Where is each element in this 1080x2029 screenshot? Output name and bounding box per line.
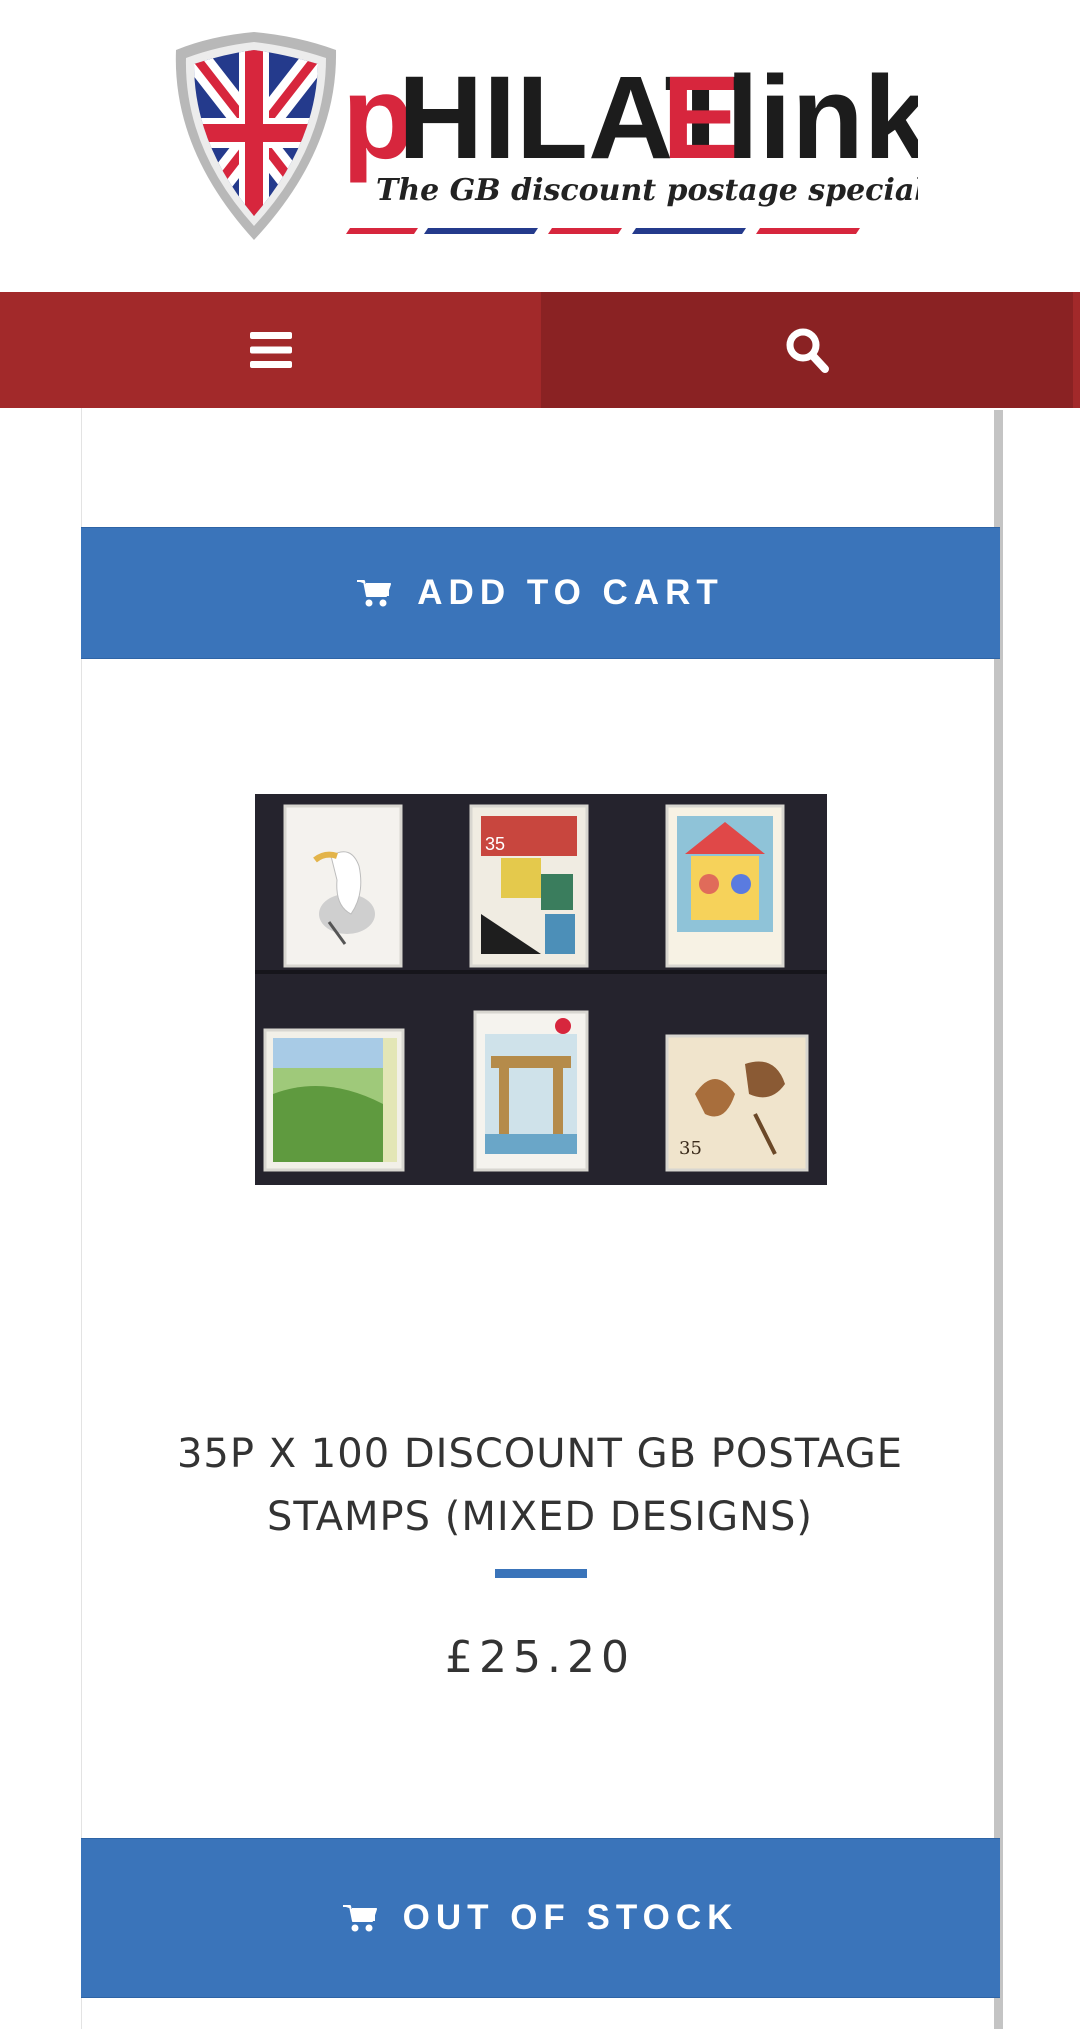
cart-icon xyxy=(342,1905,377,1932)
add-to-cart-button[interactable]: ADD TO CART xyxy=(81,527,1000,659)
stamps-image: 35 35 xyxy=(255,794,827,1185)
product-image[interactable]: 35 35 xyxy=(255,794,827,1185)
main-nav xyxy=(0,292,1080,408)
add-to-cart-label: ADD TO CART xyxy=(417,573,724,612)
title-divider xyxy=(495,1569,587,1578)
union-jack-shield-icon xyxy=(175,32,337,240)
site-logo[interactable]: p HILAT E link The GB discount postage s… xyxy=(166,30,918,246)
site-header: p HILAT E link The GB discount postage s… xyxy=(0,0,1080,292)
product-price: £25.20 xyxy=(445,1632,635,1683)
page: p HILAT E link The GB discount postage s… xyxy=(0,0,1080,2029)
logo-stripes xyxy=(346,228,860,234)
svg-text:35: 35 xyxy=(485,834,505,854)
menu-toggle-button[interactable] xyxy=(0,292,541,408)
search-button[interactable] xyxy=(541,292,1073,408)
cart-icon xyxy=(357,580,392,607)
logo-tagline: The GB discount postage specialists xyxy=(376,173,918,208)
out-of-stock-label: OUT OF STOCK xyxy=(402,1898,739,1937)
product-title[interactable]: 35P X 100 DISCOUNT GB POSTAGE STAMPS (MI… xyxy=(120,1423,960,1549)
logo-letters-link: link xyxy=(726,52,918,184)
out-of-stock-button[interactable]: OUT OF STOCK xyxy=(81,1838,1000,1998)
svg-text:35: 35 xyxy=(679,1138,702,1159)
search-icon xyxy=(786,328,829,373)
hamburger-menu-icon xyxy=(249,332,292,368)
